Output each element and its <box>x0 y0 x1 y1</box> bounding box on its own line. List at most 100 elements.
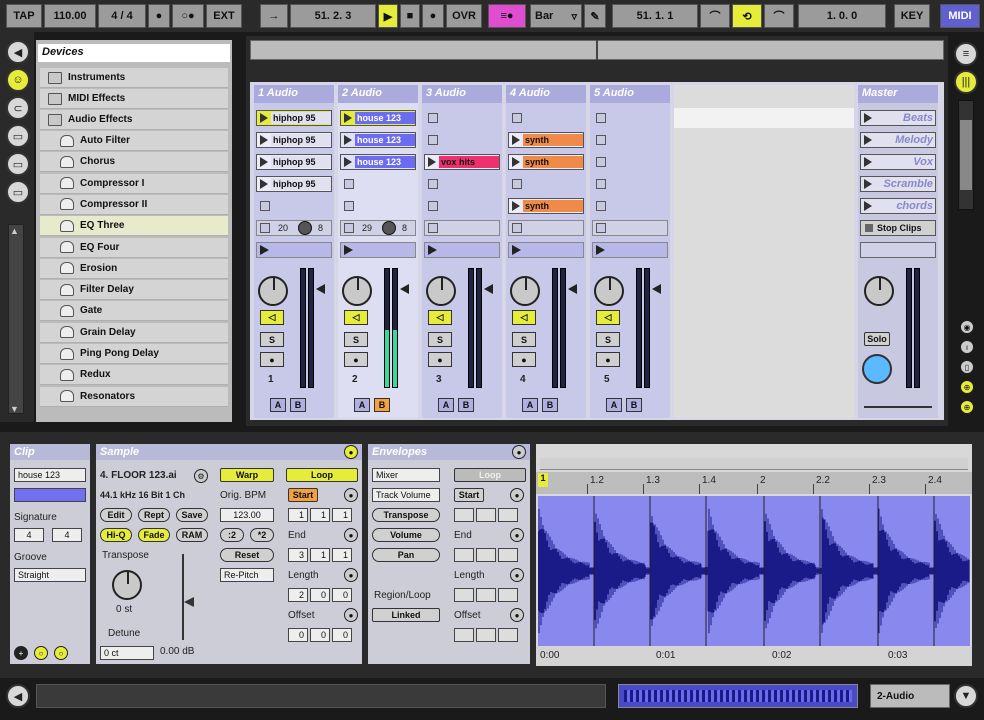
key-map-button[interactable]: KEY <box>894 4 930 28</box>
clip-play-icon[interactable] <box>260 135 268 145</box>
track-stop-button[interactable] <box>260 223 270 233</box>
browser-scrollbar[interactable] <box>8 224 24 414</box>
track-stop-button[interactable] <box>344 223 354 233</box>
clip-play-icon[interactable] <box>512 201 520 211</box>
crossfade-a-button[interactable]: A <box>438 398 454 412</box>
clip-slot[interactable]: vox hits <box>424 154 500 170</box>
clip-play-icon[interactable] <box>344 113 352 123</box>
sample-offset-field[interactable]: 0 <box>288 628 308 642</box>
env-start-button[interactable]: Start <box>454 488 484 502</box>
track-header[interactable]: 1 Audio <box>254 85 334 103</box>
track-pan-knob[interactable] <box>426 276 456 306</box>
empty-slot-stop[interactable] <box>344 179 354 189</box>
io-toggle-icon[interactable]: ◉ <box>960 320 974 334</box>
arm-button[interactable]: ● <box>344 352 368 367</box>
sample-hotswap-icon[interactable]: ● <box>344 445 358 459</box>
info-toggle-icon[interactable]: ◀ <box>6 684 30 708</box>
browser-item[interactable]: EQ Four <box>40 237 228 258</box>
length-set-icon[interactable]: ● <box>344 568 358 582</box>
metronome-button[interactable]: ● <box>148 4 170 28</box>
browser-folder[interactable]: MIDI Effects <box>40 89 228 109</box>
empty-slot-stop[interactable] <box>428 135 438 145</box>
env-value-field[interactable] <box>454 588 474 602</box>
env-end-set-icon[interactable]: ● <box>510 528 524 542</box>
clip-play-icon[interactable] <box>344 135 352 145</box>
detail-toggle-icon[interactable]: ▼ <box>954 684 978 708</box>
sample-length-field[interactable]: 0 <box>332 588 352 602</box>
crossfade-a-button[interactable]: A <box>606 398 622 412</box>
browser-item[interactable]: Redux <box>40 365 228 386</box>
sample-end-field[interactable]: 1 <box>310 548 330 562</box>
empty-slot-stop[interactable] <box>512 113 522 123</box>
session-record-button[interactable]: ≡● <box>488 4 526 28</box>
loop-button[interactable]: Loop <box>286 468 358 482</box>
empty-slot-stop[interactable] <box>596 179 606 189</box>
clip-slot[interactable]: house 123 <box>340 132 416 148</box>
crossfader[interactable] <box>864 396 932 408</box>
ext-sync-button[interactable]: EXT <box>206 4 242 28</box>
fade-button[interactable]: Fade <box>138 528 170 542</box>
loop-length-field[interactable]: 1. 0. 0 <box>798 4 886 28</box>
env-value-field[interactable] <box>454 508 474 522</box>
track-play-icon[interactable] <box>260 245 269 255</box>
clip-slot[interactable]: hiphop 95 <box>256 176 332 192</box>
env-value-field[interactable] <box>476 628 496 642</box>
solo-button[interactable]: S <box>428 332 452 347</box>
crossfade-a-button[interactable]: A <box>270 398 286 412</box>
sample-start-field[interactable]: 1 <box>332 508 352 522</box>
scene-launch-icon[interactable] <box>864 135 872 145</box>
browser-item[interactable]: Gate <box>40 301 228 322</box>
browser-item[interactable]: Chorus <box>40 152 228 173</box>
track-header[interactable]: 2 Audio <box>338 85 418 103</box>
solo-button[interactable]: S <box>260 332 284 347</box>
empty-slot-stop[interactable] <box>596 135 606 145</box>
rept-button[interactable]: Rept <box>138 508 170 522</box>
empty-slot-stop[interactable] <box>428 201 438 211</box>
clip-sig-den[interactable]: 4 <box>52 528 82 542</box>
clip-color-select[interactable] <box>14 488 86 502</box>
clip-play-icon[interactable] <box>260 113 268 123</box>
empty-slot-stop[interactable] <box>260 201 270 211</box>
env-value-field[interactable] <box>476 588 496 602</box>
loop-start-field[interactable]: 51. 1. 1 <box>612 4 698 28</box>
track-stop-button[interactable] <box>428 223 438 233</box>
midi-map-button[interactable]: MIDI <box>940 4 980 28</box>
envelope-param-select[interactable]: Track Volume <box>372 488 440 502</box>
track-activator-button[interactable]: ◁ <box>512 310 536 325</box>
track-pan-knob[interactable] <box>594 276 624 306</box>
crossfade-b-button[interactable]: B <box>626 398 642 412</box>
browser-folder[interactable]: Audio Effects <box>40 110 228 130</box>
clip-slot[interactable]: hiphop 95 <box>256 132 332 148</box>
mixer-toggle-icon[interactable]: ⊕ <box>960 380 974 394</box>
clip-slot[interactable]: synth <box>508 198 584 214</box>
play-button[interactable]: ▶ <box>378 4 398 28</box>
track-pan-knob[interactable] <box>342 276 372 306</box>
scroll-up-icon[interactable]: ▲ <box>10 226 19 236</box>
browser-item[interactable]: Compressor I <box>40 173 228 194</box>
browser-item[interactable]: Auto Filter <box>40 131 228 151</box>
groove-select[interactable]: Straight <box>14 568 86 582</box>
browser-item[interactable]: Ping Pong Delay <box>40 344 228 364</box>
clip-slot[interactable]: house 123 <box>340 154 416 170</box>
env-volume-button[interactable]: Volume <box>372 528 440 542</box>
clip-play-icon[interactable] <box>260 157 268 167</box>
track-play-icon[interactable] <box>428 245 437 255</box>
volume-handle-icon[interactable] <box>568 284 577 294</box>
track-activator-button[interactable]: ◁ <box>344 310 368 325</box>
empty-slot-stop[interactable] <box>344 201 354 211</box>
empty-slot-stop[interactable] <box>428 179 438 189</box>
browser-item[interactable]: Erosion <box>40 258 228 279</box>
env-start-set-icon[interactable]: ● <box>510 488 524 502</box>
send-knob[interactable] <box>298 221 312 235</box>
half-tempo-button[interactable]: :2 <box>220 528 244 542</box>
edit-button[interactable]: Edit <box>100 508 132 522</box>
env-value-field[interactable] <box>476 548 496 562</box>
empty-slot-stop[interactable] <box>512 179 522 189</box>
track-activator-button[interactable]: ◁ <box>596 310 620 325</box>
clip-sig-num[interactable]: 4 <box>14 528 44 542</box>
offset-set-icon[interactable]: ● <box>344 608 358 622</box>
session-view-icon[interactable]: ≡ <box>954 42 978 66</box>
file-browser-3-icon[interactable]: ▭ <box>6 180 30 204</box>
record-button[interactable]: ● <box>422 4 444 28</box>
browser-folder[interactable]: Instruments <box>40 68 228 88</box>
